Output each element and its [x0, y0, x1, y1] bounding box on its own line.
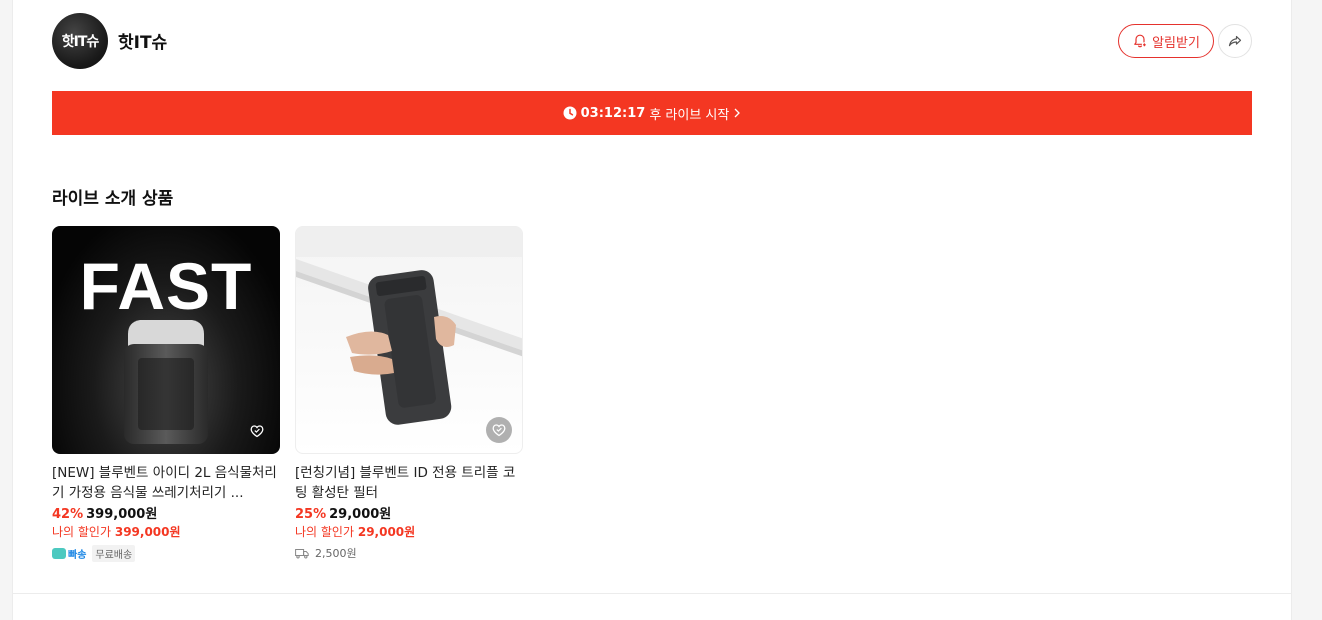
free-shipping-tag: 무료배송 — [92, 544, 136, 562]
shipping-fee: 2,500원 — [315, 547, 357, 560]
product-image[interactable] — [295, 226, 523, 454]
price: 29,000원 — [329, 507, 392, 522]
shipping-info: 빠송 무료배송 — [52, 544, 280, 562]
fast-delivery-badge: 빠송 — [52, 546, 86, 561]
product-card[interactable]: FAST [NEW] 블루벤트 아이디 2L 음식물처리기 가정용 음식물 쓰레… — [52, 226, 280, 562]
product-title[interactable]: [NEW] 블루벤트 아이디 2L 음식물처리기 가정용 음식물 쓰레기처리기 … — [52, 463, 280, 503]
shipping-info: 2,500원 — [295, 545, 523, 561]
delivery-badge-label: 빠송 — [68, 549, 87, 561]
truck-icon — [295, 548, 309, 559]
wishlist-button[interactable] — [244, 418, 270, 444]
wishlist-button[interactable] — [486, 417, 512, 443]
chevron-right-icon — [733, 107, 741, 119]
notify-button[interactable]: 알림받기 — [1118, 24, 1214, 58]
share-button[interactable] — [1218, 24, 1252, 58]
price-row: 42% 399,000원 — [52, 506, 280, 523]
section-divider — [12, 593, 1292, 594]
channel-name[interactable]: 핫IT슈 — [118, 28, 167, 53]
bell-plus-icon — [1132, 33, 1148, 49]
discount-rate: 42% — [52, 507, 84, 522]
section-title: 라이브 소개 상품 — [52, 189, 174, 209]
product-device-illustration — [124, 320, 208, 444]
price: 399,000원 — [86, 507, 158, 522]
channel-header: 핫IT슈 핫IT슈 알림받기 — [52, 13, 1252, 69]
share-arrow-icon — [1227, 33, 1243, 49]
channel-avatar[interactable]: 핫IT슈 — [52, 13, 108, 69]
discount-rate: 25% — [295, 507, 327, 522]
my-discount-price: 나의 할인가 399,000원 — [52, 523, 280, 542]
price-row: 25% 29,000원 — [295, 506, 523, 523]
my-price-label: 나의 할인가 — [295, 525, 355, 539]
heart-check-icon — [249, 423, 265, 439]
my-discount-price: 나의 할인가 29,000원 — [295, 523, 523, 542]
product-image[interactable]: FAST — [52, 226, 280, 454]
my-price-label: 나의 할인가 — [52, 525, 112, 539]
live-start-text: 후 라이브 시작 — [649, 107, 730, 123]
clock-icon — [563, 106, 577, 120]
live-countdown: 03:12:17 — [580, 105, 646, 121]
product-title[interactable]: [런칭기념] 블루벤트 ID 전용 트리플 코팅 활성탄 필터 — [295, 463, 523, 503]
my-price-value: 399,000원 — [114, 525, 181, 539]
product-card[interactable]: [런칭기념] 블루벤트 ID 전용 트리플 코팅 활성탄 필터 25% 29,00… — [295, 226, 523, 561]
my-price-value: 29,000원 — [357, 525, 416, 539]
heart-check-icon — [491, 422, 507, 438]
notify-label: 알림받기 — [1152, 35, 1200, 51]
live-start-banner[interactable]: 03:12:17 후 라이브 시작 — [52, 91, 1252, 135]
delivery-badge-icon — [52, 547, 66, 559]
avatar-logo-text: 핫IT슈 — [61, 34, 100, 50]
